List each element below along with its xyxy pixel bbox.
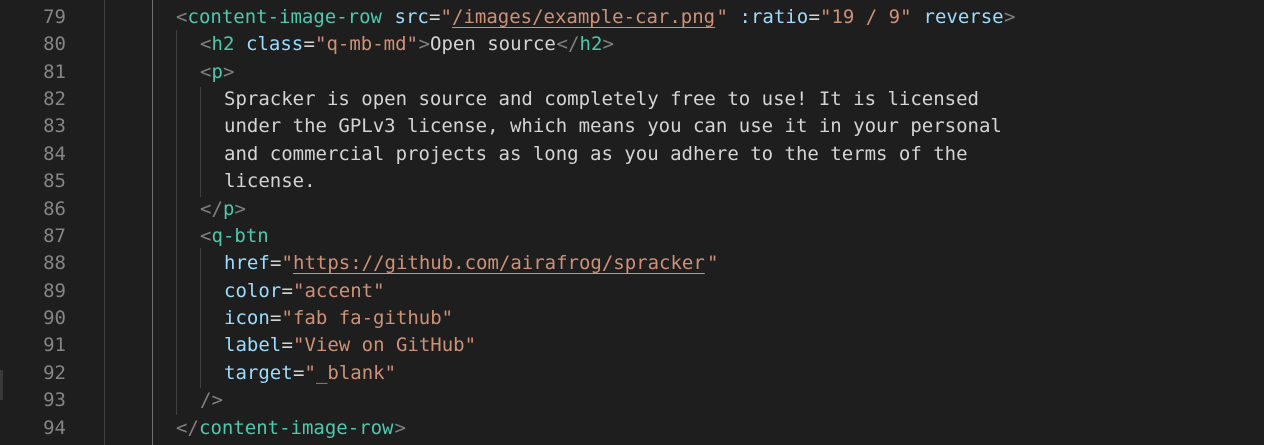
code-token: " (716, 6, 728, 28)
code-token: "accent" (293, 280, 385, 302)
code-line[interactable]: 87 < q-btn (0, 223, 1264, 250)
code-token: under the GPLv3 license, which means you… (224, 115, 1002, 137)
code-line[interactable]: 89 color = "accent" (0, 278, 1264, 305)
code-token: = (293, 362, 305, 384)
code-line[interactable]: 85 license. (0, 168, 1264, 195)
code-token: "fab fa-github" (281, 307, 454, 329)
code-token: " (440, 6, 452, 28)
code-token: = (270, 252, 282, 274)
code-line[interactable]: 80 < h2 class = "q-mb-md" > Open source </h2 > (0, 31, 1264, 58)
line-number: 85 (43, 170, 66, 192)
code-token: > (1004, 6, 1016, 28)
code-token: < (200, 61, 212, 83)
code-token: > (418, 33, 430, 55)
code-token: p (223, 198, 235, 220)
code-token[interactable]: /images/example-car.png (452, 4, 715, 31)
line-number: 83 (43, 115, 66, 137)
code-token: > (394, 417, 406, 439)
code-line[interactable]: 84 and commercial projects as long as you… (0, 141, 1264, 168)
code-token: > (234, 198, 246, 220)
code-token: p (211, 61, 223, 83)
code-line[interactable]: 79 < content-image-row src = "/images/exampl… (0, 4, 1264, 31)
line-number: 82 (43, 88, 66, 110)
code-line[interactable]: 91 label = "View on GitHub" (0, 332, 1264, 359)
code-token: = (303, 33, 315, 55)
line-number: 81 (43, 61, 66, 83)
code-token: "q-mb-md" (315, 33, 418, 55)
code-token: reverse (923, 6, 1004, 28)
line-number: 94 (43, 417, 66, 439)
code-token: </ (556, 33, 580, 55)
code-line[interactable]: 88 href = " https://github.com/airafrog/spra… (0, 250, 1264, 277)
code-token: q-btn (211, 225, 269, 247)
code-token: = (281, 334, 293, 356)
code-token: = (808, 6, 820, 28)
line-number: 92 (43, 362, 66, 384)
code-token: = (270, 307, 282, 329)
code-token: src (394, 6, 429, 28)
code-line[interactable]: 90 icon = "fab fa-github" (0, 305, 1264, 332)
code-token: < (200, 33, 212, 55)
line-number: 87 (43, 225, 66, 247)
code-token: = (281, 280, 293, 302)
code-token: "View on GitHub" (293, 334, 477, 356)
code-token: h2 (211, 33, 235, 55)
line-number: 79 (43, 6, 66, 28)
code-token: class (246, 33, 304, 55)
code-line[interactable]: 86 </p > (0, 196, 1264, 223)
code-token: > (223, 61, 235, 83)
code-line[interactable]: 82 Spracker is open source and completely… (0, 86, 1264, 113)
code-token: content-image-row (199, 417, 394, 439)
line-number: 91 (43, 334, 66, 356)
line-number: 88 (43, 252, 66, 274)
code-token: Open source (430, 33, 556, 55)
code-token: </ (176, 417, 199, 439)
code-token: h2 (579, 33, 603, 55)
code-token: label (224, 334, 282, 356)
code-line[interactable]: 93 /> (0, 387, 1264, 414)
code-token[interactable]: https://github.com/airafrog/spracker (293, 250, 705, 277)
code-token: icon (224, 307, 270, 329)
code-token: "_blank" (304, 362, 397, 384)
code-token: = (429, 6, 441, 28)
code-line[interactable]: 83 under the GPLv3 license, which means y… (0, 113, 1264, 140)
code-token: " (707, 252, 719, 274)
code-editor[interactable]: 79 < content-image-row src = "/images/exampl… (0, 0, 1264, 445)
code-token: Spracker is open source and completely f… (224, 88, 979, 110)
line-number: 84 (43, 143, 66, 165)
code-token: > (602, 33, 614, 55)
code-token: " (281, 252, 293, 274)
code-token: license. (224, 170, 316, 192)
code-token: /> (200, 389, 223, 411)
code-token: "19 / 9" (820, 6, 912, 28)
code-token: color (224, 280, 282, 302)
line-number: 90 (43, 307, 66, 329)
code-token: < (176, 6, 188, 28)
line-number: 93 (43, 389, 66, 411)
code-token: and commercial projects as long as you a… (224, 143, 968, 165)
code-token: :ratio (739, 6, 809, 28)
code-token: href (224, 252, 270, 274)
line-number: 89 (43, 280, 66, 302)
code-token: content-image-row (187, 6, 382, 28)
line-number: 80 (43, 33, 66, 55)
code-token: < (200, 225, 212, 247)
code-token: </ (200, 198, 223, 220)
code-token: target (224, 362, 293, 384)
code-line[interactable]: 92 target = "_blank" (0, 360, 1264, 387)
line-number: 86 (43, 198, 66, 220)
code-line[interactable]: 81 < p > (0, 59, 1264, 86)
code-line[interactable]: 94 </content-image-row > (0, 415, 1264, 442)
